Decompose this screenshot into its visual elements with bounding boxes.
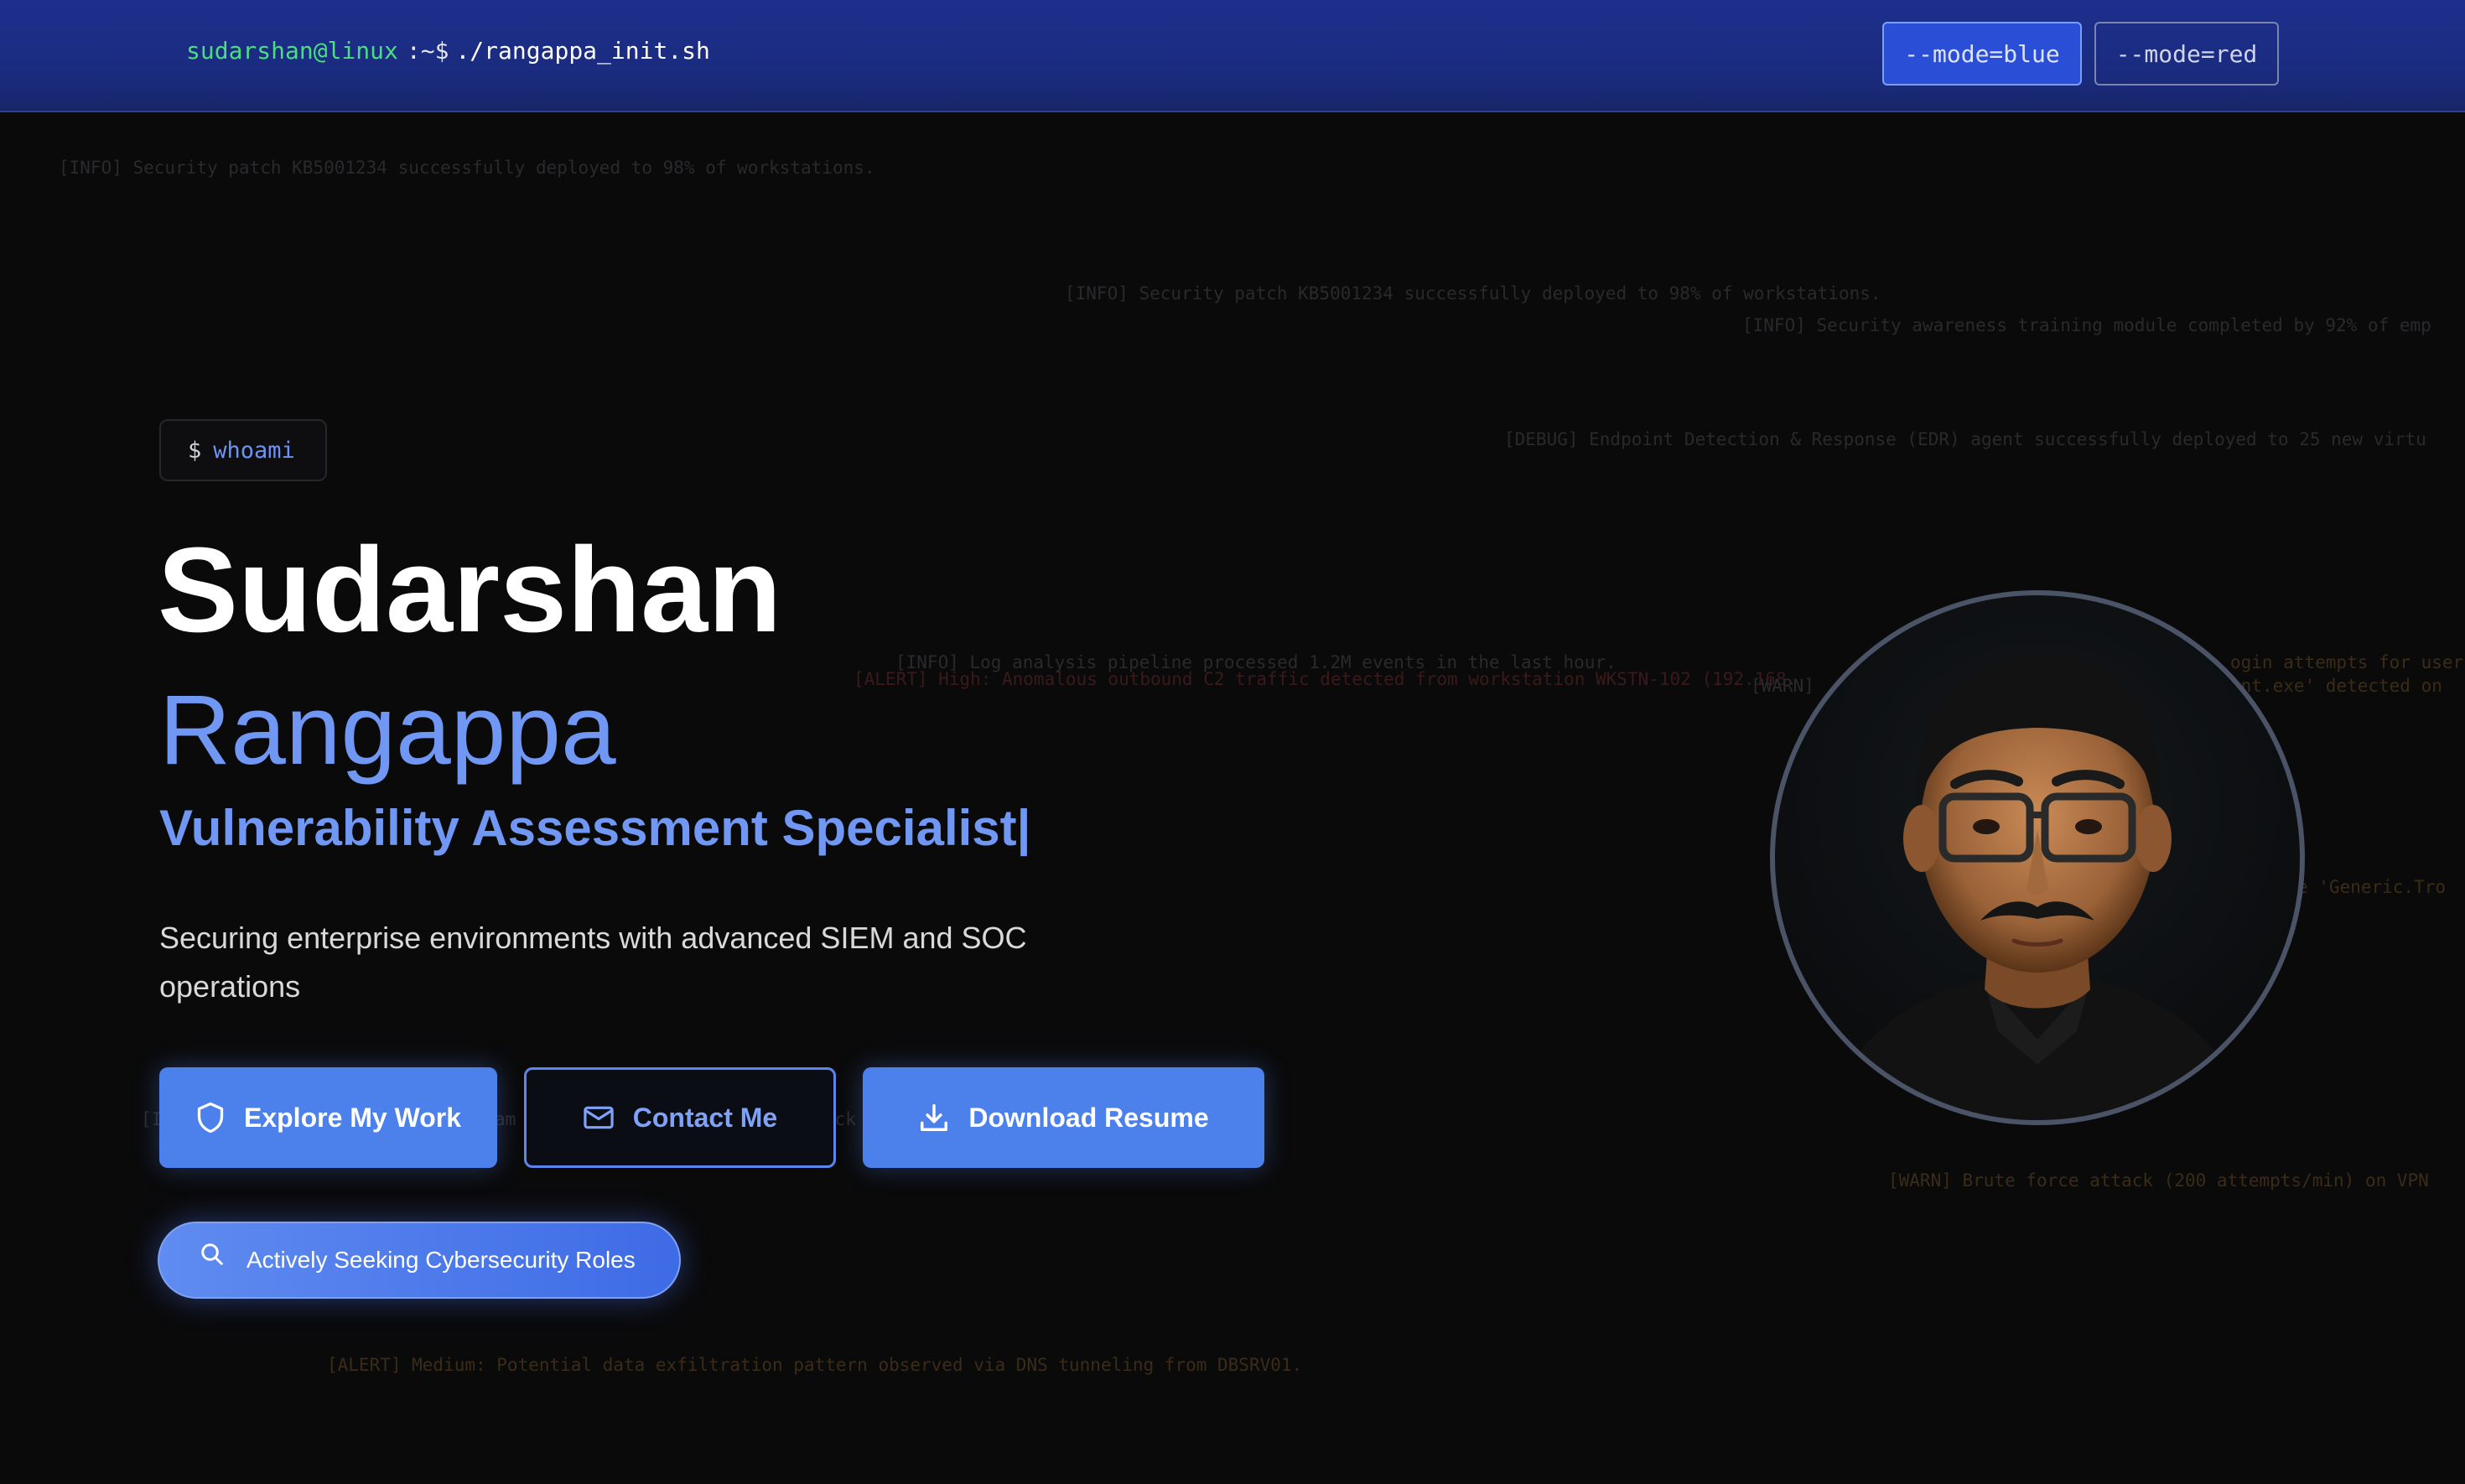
background-log: [ALERT] High: Anomalous outbound C2 traf… <box>854 669 1798 689</box>
download-resume-button[interactable]: Download Resume <box>863 1067 1264 1168</box>
prompt-path: :~$ <box>406 37 449 65</box>
search-icon <box>201 1243 223 1265</box>
background-log: ogin attempts for user <box>2230 652 2464 672</box>
profile-photo <box>1770 590 2305 1125</box>
seeking-roles-label: Actively Seeking Cybersecurity Roles <box>246 1247 636 1273</box>
mode-red-button[interactable]: --mode=red <box>2094 22 2279 86</box>
background-log: e 'Generic.Tro <box>2297 877 2447 897</box>
whoami-command: whoami <box>213 437 295 464</box>
mode-blue-button[interactable]: --mode=blue <box>1882 22 2082 86</box>
background-log: [WARN] <box>1751 676 1814 696</box>
contact-me-label: Contact Me <box>632 1102 778 1133</box>
whoami-chip: $ whoami <box>159 419 327 481</box>
explore-work-label: Explore My Work <box>243 1102 462 1133</box>
shield-icon <box>197 1102 224 1134</box>
profile-portrait <box>1825 655 2250 1120</box>
explore-work-button[interactable]: Explore My Work <box>159 1067 497 1168</box>
terminal-prompt: sudarshan@linux :~$ ./rangappa_init.sh <box>186 37 710 65</box>
background-log: [INFO] Security awareness training modul… <box>1742 315 2431 335</box>
background-log: [WARN] Brute force attack (200 attempts/… <box>1888 1170 2429 1191</box>
tagline: Securing enterprise environments with ad… <box>159 921 1027 1004</box>
whoami-prompt: $ <box>188 437 202 464</box>
contact-me-button[interactable]: Contact Me <box>524 1067 836 1168</box>
background-log: ent.exe' detected on <box>2230 676 2442 696</box>
prompt-user: sudarshan@linux <box>186 37 398 65</box>
download-resume-label: Download Resume <box>968 1102 1209 1133</box>
background-log: [ALERT] Medium: Potential data exfiltrat… <box>327 1355 1303 1375</box>
mail-icon <box>584 1106 614 1129</box>
prompt-command: ./rangappa_init.sh <box>455 37 710 65</box>
background-log: [DEBUG] Endpoint Detection & Response (E… <box>1504 429 2426 449</box>
first-name-heading: Sudarshan <box>158 522 782 657</box>
background-log: [INFO] Security patch KB5001234 successf… <box>1065 283 1881 304</box>
download-icon <box>921 1104 948 1131</box>
seeking-roles-badge[interactable]: Actively Seeking Cybersecurity Roles <box>158 1222 681 1299</box>
role-title: Vulnerability Assessment Specialist| <box>159 800 1031 856</box>
top-bar: sudarshan@linux :~$ ./rangappa_init.sh --m… <box>0 0 2465 112</box>
last-name-heading: Rangappa <box>159 675 616 786</box>
background-log: [INFO] Security patch KB5001234 successf… <box>59 158 875 178</box>
